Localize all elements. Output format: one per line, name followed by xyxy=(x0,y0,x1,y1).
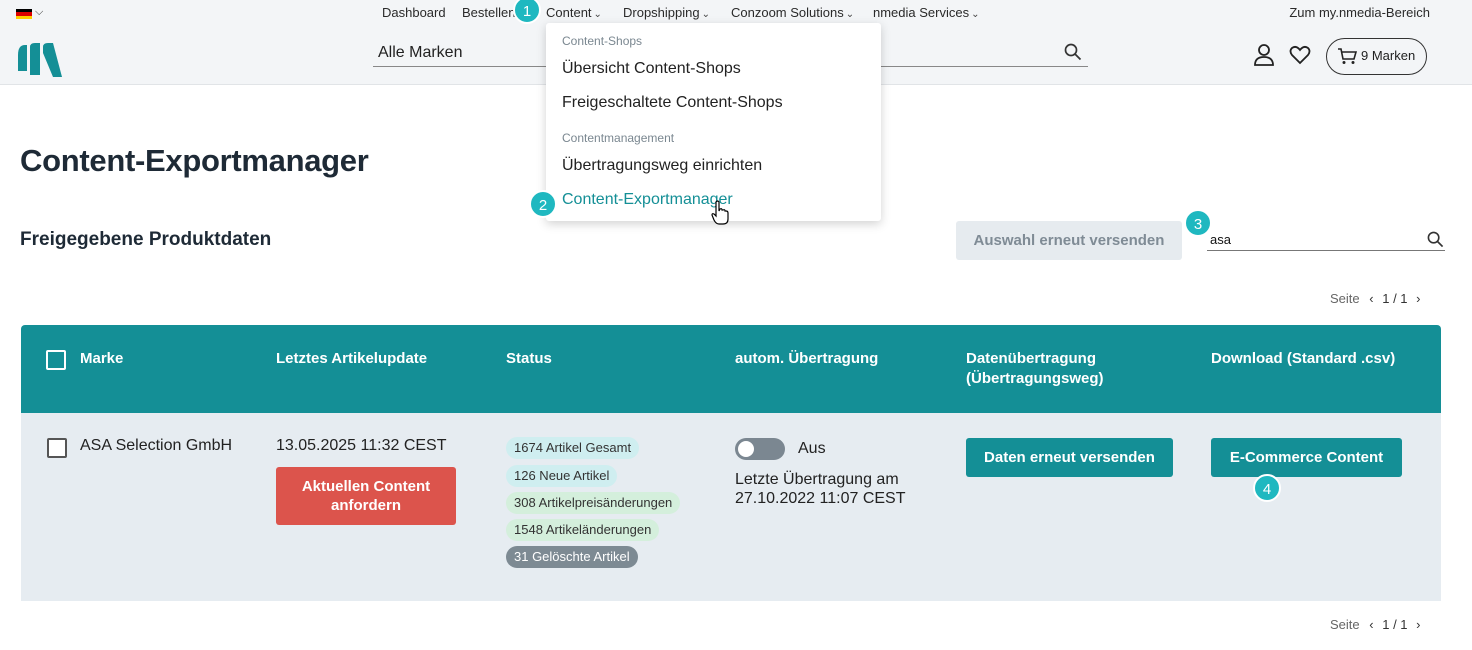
pager-label: Seite xyxy=(1330,291,1360,306)
nav-label: Bestellen xyxy=(462,5,516,20)
button-label-line: anfordern xyxy=(330,497,401,514)
chevron-right-icon[interactable]: › xyxy=(1416,617,1420,632)
column-header-status[interactable]: Status xyxy=(506,349,552,369)
chevron-left-icon[interactable]: ‹ xyxy=(1369,617,1373,632)
column-header-line: Datenübertragung xyxy=(966,350,1097,367)
column-header-line: (Übertragungsweg) xyxy=(966,370,1104,387)
search-input[interactable]: r xyxy=(868,42,1088,67)
pager-label: Seite xyxy=(1330,617,1360,632)
last-update-date: 13.05.2025 11:32 CEST xyxy=(276,437,447,454)
step-marker-3: 3 xyxy=(1184,209,1212,237)
hand-cursor-icon xyxy=(711,200,729,225)
chevron-left-icon[interactable]: ‹ xyxy=(1369,291,1373,306)
step-marker-4: 4 xyxy=(1253,474,1281,502)
badge-article-changes: 1548 Artikeländerungen xyxy=(506,519,660,541)
column-header-brand[interactable]: Marke xyxy=(80,349,123,369)
chevron-down-icon: ⌄ xyxy=(845,9,855,20)
last-transfer-info: Letzte Übertragung am 27.10.2022 11:07 C… xyxy=(735,470,906,508)
chevron-down-icon: ⌄ xyxy=(701,9,710,20)
menu-group-title: Content-Shops xyxy=(562,34,643,48)
resend-data-button[interactable]: Daten erneut versenden xyxy=(966,438,1173,477)
resend-selection-button[interactable]: Auswahl erneut versenden xyxy=(956,221,1182,260)
nav-label: Content xyxy=(546,5,592,20)
cart-label: 9 Marken xyxy=(1361,48,1416,63)
pagination-bottom: Seite ‹ 1 / 1 › xyxy=(1330,617,1421,632)
request-content-button[interactable]: Aktuellen Content anfordern xyxy=(276,467,456,525)
nav-bestellen[interactable]: Bestellen xyxy=(462,0,515,30)
ecommerce-content-download-button[interactable]: E-Commerce Content xyxy=(1211,438,1402,477)
page-title: Content-Exportmanager xyxy=(20,143,369,178)
nmedia-logo[interactable] xyxy=(16,41,62,77)
column-header-download: Download (Standard .csv) xyxy=(1211,350,1396,367)
chevron-down-icon[interactable]: ⌵ xyxy=(35,6,43,19)
flag-de-icon[interactable] xyxy=(16,9,32,19)
brand-name: ASA Selection GmbH xyxy=(80,437,233,454)
heart-icon[interactable] xyxy=(1289,45,1311,65)
table-row: ASA Selection GmbH 13.05.2025 11:32 CEST… xyxy=(21,413,1441,601)
row-checkbox[interactable] xyxy=(47,438,67,458)
content-dropdown-menu: Content-Shops Übersicht Content-Shops Fr… xyxy=(546,23,881,221)
table-header: Marke Letztes Artikelupdate Status autom… xyxy=(21,325,1441,413)
nav-label: Dropshipping xyxy=(623,5,700,20)
chevron-down-icon: ⌄ xyxy=(971,9,980,20)
column-header-last-update[interactable]: Letztes Artikelupdate xyxy=(276,349,427,369)
nav-nmedia-services[interactable]: nmedia Services ⌄ xyxy=(873,0,980,30)
search-icon[interactable] xyxy=(1427,231,1444,248)
auto-transfer-toggle[interactable] xyxy=(735,438,785,460)
chevron-right-icon[interactable]: › xyxy=(1416,291,1420,306)
nav-dashboard[interactable]: Dashboard xyxy=(382,0,446,30)
button-label-line: Aktuellen Content xyxy=(301,478,431,495)
cart-icon xyxy=(1338,48,1357,64)
cart-button[interactable]: 9 Marken xyxy=(1326,38,1427,75)
pager-value: 1 / 1 xyxy=(1382,617,1408,632)
menu-group-title: Contentmanagement xyxy=(562,131,675,145)
pager-value: 1 / 1 xyxy=(1382,291,1408,306)
section-title: Freigegebene Produktdaten xyxy=(20,229,272,250)
badge-price-changes: 308 Artikelpreisänderungen xyxy=(506,492,681,514)
toggle-knob xyxy=(738,441,754,457)
brand-filter-input[interactable]: asa xyxy=(1207,230,1445,251)
search-icon[interactable] xyxy=(1064,43,1082,61)
menu-item-content-exportmanager[interactable]: Content-Exportmanager xyxy=(562,191,733,209)
menu-item-unlocked-content-shops[interactable]: Freigeschaltete Content-Shops xyxy=(562,94,783,112)
menu-item-content-shops-overview[interactable]: Übersicht Content-Shops xyxy=(562,60,741,78)
badge-total-articles: 1674 Artikel Gesamt xyxy=(506,437,640,459)
column-header-auto-transfer[interactable]: autom. Übertragung xyxy=(735,349,878,369)
badge-deleted-articles: 31 Gelöschte Artikel xyxy=(506,546,638,568)
pagination-top: Seite ‹ 1 / 1 › xyxy=(1330,291,1421,306)
my-nmedia-link[interactable]: Zum my.nmedia-Bereich xyxy=(1289,0,1430,25)
select-all-checkbox[interactable] xyxy=(46,350,66,370)
filter-input-value: asa xyxy=(1210,232,1231,247)
column-header-data-transfer: Datenübertragung (Übertragungsweg) xyxy=(966,349,1104,389)
user-icon[interactable] xyxy=(1254,43,1274,67)
menu-item-transfer-setup[interactable]: Übertragungsweg einrichten xyxy=(562,157,762,175)
last-transfer-line: Letzte Übertragung am xyxy=(735,471,899,488)
nav-label: Conzoom Solutions xyxy=(731,5,844,20)
chevron-down-icon: ⌄ xyxy=(593,9,602,20)
last-transfer-line: 27.10.2022 11:07 CEST xyxy=(735,490,906,507)
badge-new-articles: 126 Neue Artikel xyxy=(506,465,618,487)
toggle-state-label: Aus xyxy=(798,440,826,457)
nav-label: nmedia Services xyxy=(873,5,970,20)
step-marker-2: 2 xyxy=(529,190,557,218)
brand-select[interactable]: Alle Marken xyxy=(373,42,553,67)
nav-label: Dashboard xyxy=(382,5,446,20)
